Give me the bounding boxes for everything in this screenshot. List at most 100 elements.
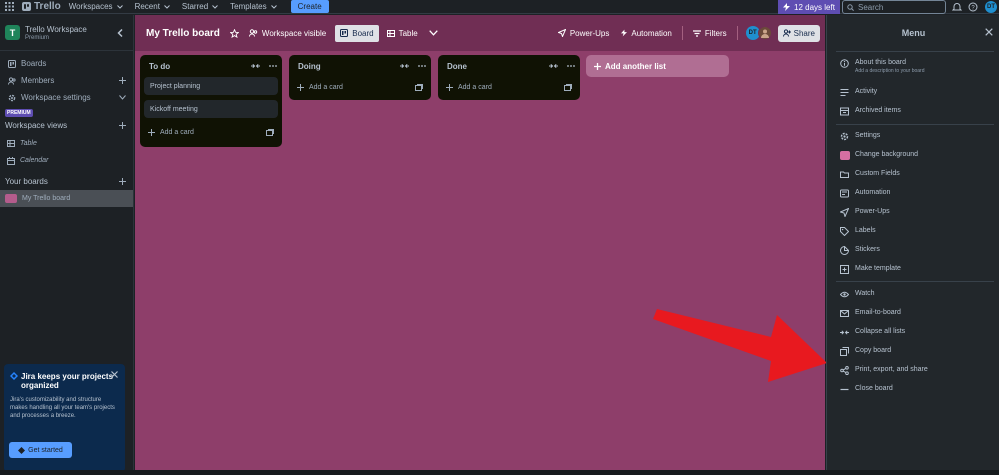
create-button[interactable]: Create — [290, 0, 329, 13]
chevron-down-icon[interactable] — [428, 30, 438, 36]
filters-button[interactable]: Filters — [692, 29, 727, 38]
add-board-icon[interactable] — [119, 177, 126, 185]
nav-label: Recent — [134, 2, 160, 11]
menu-item-watch[interactable]: Watch — [840, 290, 875, 299]
close-icon[interactable] — [111, 371, 118, 378]
list-title[interactable]: Done — [447, 62, 467, 71]
share-button[interactable]: Share — [777, 24, 820, 42]
section-title: Workspace views — [5, 120, 68, 130]
menu-divider — [836, 51, 994, 52]
menu-divider — [836, 281, 994, 282]
nav-recent[interactable]: Recent — [135, 2, 170, 11]
automation-button[interactable]: Automation — [621, 29, 672, 38]
collapse-list-icon[interactable] — [549, 63, 558, 69]
nav-templates[interactable]: Templates — [230, 2, 277, 11]
trial-days-left-button[interactable]: 12 days left — [778, 0, 840, 14]
workspace-sidebar: T Trello Workspace Premium Boards Member… — [0, 15, 134, 475]
add-view-icon[interactable] — [119, 121, 126, 129]
close-icon[interactable] — [985, 28, 993, 36]
list-menu-icon[interactable] — [567, 65, 575, 67]
menu-item-copy-board[interactable]: Copy board — [840, 347, 891, 356]
minus-icon — [840, 388, 849, 391]
collapse-list-icon[interactable] — [400, 63, 409, 69]
menu-item-label: Automation — [855, 189, 891, 196]
table-icon — [7, 140, 15, 147]
card-project-planning[interactable]: Project planning — [144, 77, 278, 95]
card-template-icon[interactable] — [266, 128, 274, 136]
list-menu-icon[interactable] — [269, 65, 277, 67]
search-placeholder: Search — [858, 2, 884, 12]
add-another-list-button[interactable]: Add another list — [586, 55, 729, 77]
background-color-swatch — [840, 151, 850, 160]
nav-workspaces[interactable]: Workspaces — [69, 2, 123, 11]
add-card-label: Add a card — [309, 83, 343, 91]
sidebar-board-item[interactable]: My Trello board — [0, 190, 133, 207]
sidebar-view-calendar[interactable]: Calendar — [0, 152, 133, 169]
gear-icon — [840, 132, 849, 141]
menu-item-custom-fields[interactable]: Custom Fields — [840, 170, 900, 179]
collapse-sidebar-icon[interactable] — [117, 28, 123, 37]
menu-item-change-background[interactable]: Change background — [840, 151, 918, 160]
menu-item-email-to-board[interactable]: Email-to-board — [840, 309, 901, 318]
jira-logo-icon — [10, 372, 18, 380]
add-card-button[interactable]: Add a card — [438, 77, 580, 97]
list-title[interactable]: Doing — [298, 62, 321, 71]
menu-item-power-ups[interactable]: Power-Ups — [840, 208, 890, 217]
card-template-icon[interactable] — [564, 83, 572, 91]
chevron-down-icon — [116, 4, 123, 9]
menu-item-about-board[interactable]: About this board Add a description to yo… — [840, 59, 925, 74]
menu-item-label: Custom Fields — [855, 170, 900, 177]
sidebar-item-workspace-settings[interactable]: Workspace settings — [0, 89, 133, 106]
card-kickoff-meeting[interactable]: Kickoff meeting — [144, 100, 278, 118]
plus-icon — [148, 128, 155, 136]
app-switcher-icon[interactable] — [2, 0, 16, 14]
notifications-bell-icon[interactable] — [952, 2, 962, 12]
sidebar-item-boards[interactable]: Boards — [0, 55, 133, 72]
workspace-plan: Premium — [25, 34, 50, 41]
chevron-down-icon — [212, 4, 219, 9]
list-title[interactable]: To do — [149, 62, 170, 71]
menu-item-settings[interactable]: Settings — [840, 132, 880, 141]
sidebar-view-table[interactable]: Table — [0, 135, 133, 152]
menu-item-close-board[interactable]: Close board — [840, 385, 893, 394]
menu-item-automation[interactable]: Automation — [840, 189, 890, 198]
add-member-icon[interactable] — [119, 77, 126, 84]
get-started-button[interactable]: Get started — [9, 442, 72, 458]
eye-icon — [840, 291, 849, 298]
view-label: Board — [352, 28, 374, 38]
visibility-button[interactable]: Workspace visible — [248, 29, 326, 38]
menu-item-archived-items[interactable]: Archived items — [840, 107, 901, 116]
workspace-avatar: T — [5, 25, 20, 40]
menu-item-label: Email-to-board — [855, 309, 901, 316]
help-icon[interactable]: ? — [968, 2, 978, 12]
card-template-icon[interactable] — [415, 83, 423, 91]
search-input[interactable]: Search — [842, 0, 946, 14]
list-menu-icon[interactable] — [418, 65, 426, 67]
menu-item-print-export-share[interactable]: Print, export, and share — [840, 366, 928, 375]
automation-icon — [840, 189, 849, 198]
menu-item-activity[interactable]: Activity — [840, 88, 877, 97]
menu-item-collapse-all-lists[interactable]: Collapse all lists — [840, 328, 905, 337]
list-header: Doing — [289, 55, 431, 77]
user-avatar[interactable]: DT — [985, 1, 997, 13]
add-card-button[interactable]: Add a card — [140, 122, 282, 142]
board-canvas: My Trello board Workspace visible Board … — [135, 15, 827, 475]
collapse-list-icon[interactable] — [251, 63, 260, 69]
menu-item-stickers[interactable]: Stickers — [840, 246, 880, 255]
star-icon[interactable] — [229, 28, 239, 38]
menu-item-labels[interactable]: Labels — [840, 227, 876, 236]
menu-item-make-template[interactable]: Make template — [840, 265, 901, 274]
view-board-tab[interactable]: Board — [335, 24, 379, 42]
your-boards-header: Your boards — [0, 173, 133, 189]
menu-item-label: Archived items — [855, 107, 901, 114]
trello-logo[interactable]: Trello — [22, 1, 61, 12]
sidebar-item-members[interactable]: Members — [0, 72, 133, 89]
button-label: Share — [793, 28, 815, 38]
header-divider — [681, 26, 683, 40]
member-avatar-photo[interactable] — [757, 26, 772, 40]
board-title[interactable]: My Trello board — [146, 28, 220, 39]
view-table-tab[interactable]: Table — [382, 25, 423, 42]
add-card-button[interactable]: Add a card — [289, 77, 431, 97]
nav-starred[interactable]: Starred — [182, 2, 219, 11]
power-ups-button[interactable]: Power-Ups — [557, 29, 609, 38]
